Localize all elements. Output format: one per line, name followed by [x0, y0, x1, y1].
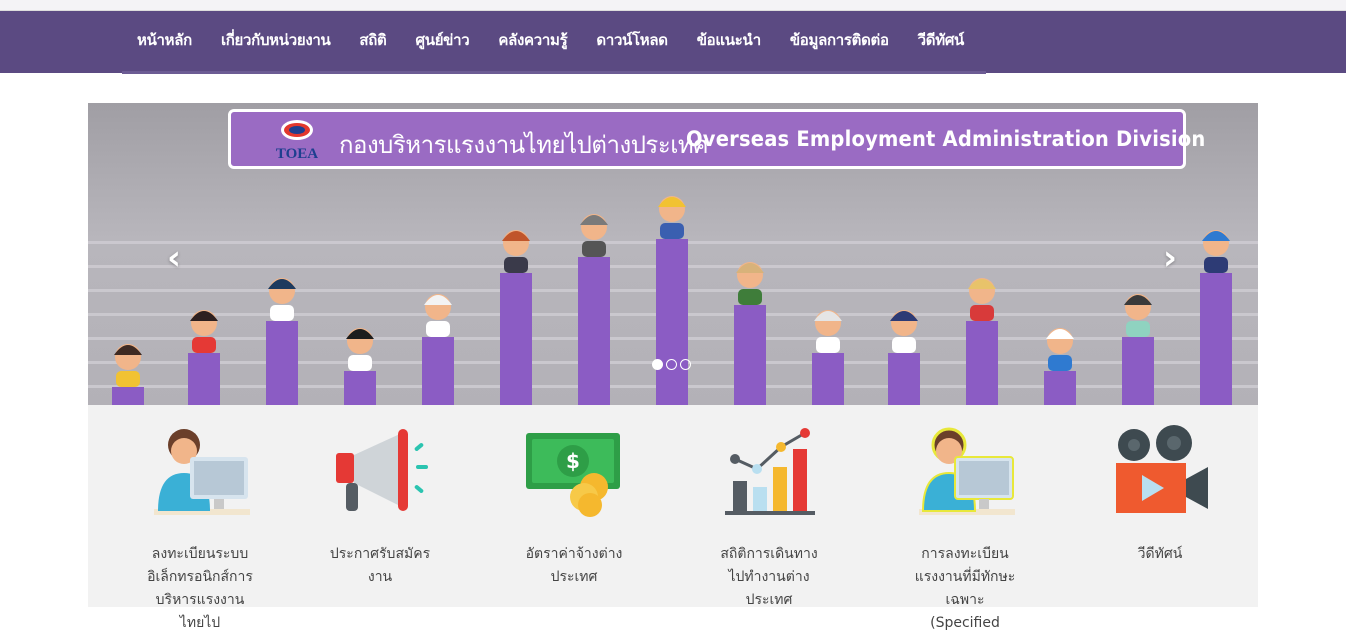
banner-title-en: Overseas Employment Administration Divis… — [686, 127, 1206, 151]
bar-chart-icon — [725, 428, 815, 515]
nav-item-news[interactable]: ศูนย์ข่าว — [416, 28, 470, 52]
service-item-skilled-registration[interactable]: การลงทะเบียนแรงงานที่มีทักษะเฉพาะ (Speci… — [867, 425, 1063, 635]
worker-figure — [1044, 328, 1076, 405]
worker-figure — [112, 344, 144, 405]
svg-text:$: $ — [566, 449, 580, 473]
carousel-indicators — [652, 359, 691, 370]
worker-figure — [812, 310, 844, 405]
worker-figure — [734, 262, 766, 405]
nav-item-contact[interactable]: ข้อมูลการติดต่อ — [790, 28, 889, 52]
banner-title-th: กองบริหารแรงงานไทยไปต่างประเทศ — [339, 131, 708, 159]
carousel-next-button[interactable]: › — [1156, 241, 1184, 275]
service-label-job-announcements: ประกาศรับสมัครงาน — [329, 546, 431, 585]
carousel-dot-2[interactable] — [666, 359, 677, 370]
megaphone-icon — [336, 429, 428, 511]
worker-figure — [188, 310, 220, 405]
money-icon: $ — [526, 433, 620, 517]
worker-figure — [500, 230, 532, 405]
worker-figure — [656, 196, 688, 405]
carousel-dot-1[interactable] — [652, 359, 663, 370]
svg-text:TOEA: TOEA — [276, 146, 318, 162]
service-item-register[interactable]: ลงทะเบียนระบบอิเล็กทรอนิกส์การบริหารแรงง… — [102, 425, 298, 635]
computer-user-icon — [154, 429, 250, 515]
toea-logo: TOEA — [276, 120, 318, 162]
service-label-skilled-registration: การลงทะเบียนแรงงานที่มีทักษะเฉพาะ (Speci… — [914, 546, 1016, 631]
service-label-wage-rates: อัตราค่าจ้างต่างประเทศ — [525, 546, 623, 585]
service-item-wage-rates[interactable]: $ อัตราค่าจ้างต่างประเทศ — [476, 425, 672, 589]
nav-item-statistics[interactable]: สถิติ — [359, 28, 386, 52]
nav-underline — [122, 71, 986, 74]
service-item-video[interactable]: วีดีทัศน์ — [1062, 425, 1258, 566]
nav-item-video[interactable]: วีดีทัศน์ — [918, 28, 965, 52]
nav-item-download[interactable]: ดาวน์โหลด — [596, 28, 668, 52]
service-label-video: วีดีทัศน์ — [1137, 546, 1183, 562]
carousel-banner: TOEA กองบริหารแรงงานไทยไปต่างประเทศ Over… — [228, 109, 1205, 169]
hero-carousel[interactable]: TOEA กองบริหารแรงงานไทยไปต่างประเทศ Over… — [88, 103, 1258, 405]
service-item-job-announcements[interactable]: ประกาศรับสมัครงาน — [282, 425, 478, 589]
nav-item-about[interactable]: เกี่ยวกับหน่วยงาน — [221, 28, 331, 52]
worker-figure — [1200, 230, 1232, 405]
top-strip — [0, 0, 1346, 11]
service-item-travel-stats[interactable]: สถิติการเดินทางไปทำงานต่างประเทศ — [671, 425, 867, 612]
worker-figure — [966, 278, 998, 405]
service-label-travel-stats: สถิติการเดินทางไปทำงานต่างประเทศ — [720, 546, 818, 608]
computer-user-icon — [919, 427, 1015, 515]
worker-figure — [1122, 294, 1154, 405]
worker-figure — [422, 294, 454, 405]
nav-item-knowledge[interactable]: คลังความรู้ — [498, 28, 567, 52]
worker-figure — [266, 278, 298, 405]
services-panel: ลงทะเบียนระบบอิเล็กทรอนิกส์การบริหารแรงง… — [88, 405, 1258, 631]
worker-figure — [344, 328, 376, 405]
carousel-prev-button[interactable]: ‹ — [160, 241, 188, 275]
nav-item-advice[interactable]: ข้อแนะนำ — [697, 28, 761, 52]
service-label-register: ลงทะเบียนระบบอิเล็กทรอนิกส์การบริหารแรงง… — [147, 546, 253, 631]
main-nav: หน้าหลัก เกี่ยวกับหน่วยงาน สถิติ ศูนย์ข่… — [137, 11, 993, 69]
carousel-dot-3[interactable] — [680, 359, 691, 370]
main-navbar: หน้าหลัก เกี่ยวกับหน่วยงาน สถิติ ศูนย์ข่… — [0, 11, 1346, 74]
worker-figure — [888, 310, 920, 405]
video-camera-icon — [1116, 425, 1208, 513]
nav-item-home[interactable]: หน้าหลัก — [137, 28, 192, 52]
